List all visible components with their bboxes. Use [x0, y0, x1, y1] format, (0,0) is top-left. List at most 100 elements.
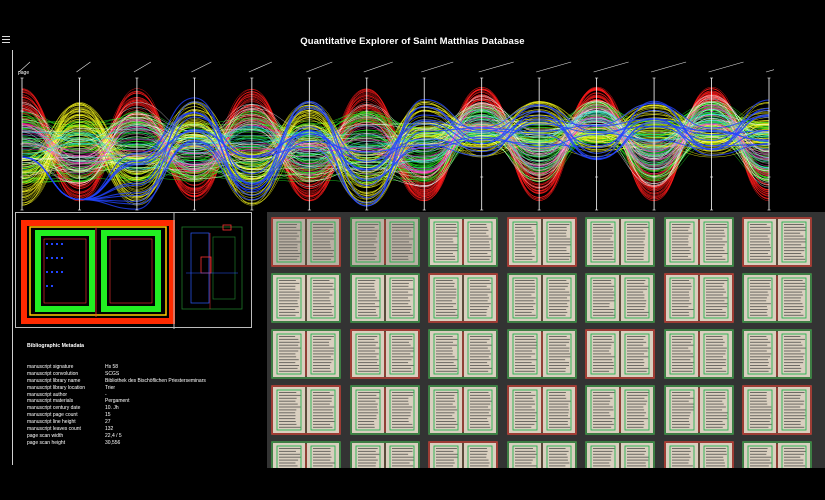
page-thumbnail[interactable] [271, 385, 341, 435]
page-thumbnail[interactable] [663, 217, 734, 267]
text-line [627, 356, 649, 358]
text-line [593, 367, 614, 369]
text-line [436, 306, 454, 308]
text-line [313, 341, 330, 343]
text-line [313, 282, 334, 284]
page-thumbnail[interactable] [742, 385, 812, 435]
text-line [470, 338, 490, 340]
page-thumbnail[interactable] [506, 273, 577, 323]
text-line [627, 359, 644, 361]
text-line [436, 356, 455, 358]
page-layout-panel[interactable] [15, 212, 252, 329]
page-thumbnail[interactable] [271, 441, 341, 468]
text-line [357, 400, 376, 402]
text-line [436, 229, 456, 231]
page-thumbnail[interactable] [663, 273, 734, 323]
page-spread [506, 329, 577, 379]
text-line [627, 224, 648, 225]
text-line [391, 415, 411, 417]
detail-highlight [222, 224, 232, 231]
text-line [705, 238, 722, 240]
text-line [279, 356, 297, 358]
text-line [313, 365, 330, 366]
axis-label: page [18, 70, 29, 76]
page-thumbnail[interactable] [506, 217, 577, 267]
page-thumbnail[interactable] [428, 273, 498, 323]
text-line [627, 291, 644, 293]
page-thumbnail[interactable] [506, 329, 577, 379]
text-line [671, 235, 689, 237]
text-line [313, 456, 332, 458]
text-line [470, 365, 490, 366]
page-thumbnail[interactable] [506, 385, 577, 435]
text-line [279, 336, 296, 337]
text-line [514, 347, 536, 349]
page-thumbnail[interactable] [349, 329, 420, 379]
page-thumbnail[interactable] [271, 217, 341, 267]
text-line [313, 229, 330, 231]
page-thumbnail[interactable] [506, 441, 577, 468]
page-thumbnail[interactable] [663, 329, 734, 379]
text-line [514, 415, 535, 417]
text-line [357, 365, 379, 366]
page-thumbnail[interactable] [428, 385, 498, 435]
page-thumbnail-gallery[interactable] [267, 212, 825, 468]
text-line [627, 415, 645, 417]
text-line [784, 412, 805, 414]
text-line [548, 397, 566, 399]
page-thumbnail[interactable] [349, 441, 420, 468]
text-line [593, 224, 611, 225]
page-thumbnail[interactable] [663, 441, 734, 468]
text-line [784, 338, 805, 340]
text-line [391, 450, 412, 452]
text-line [593, 362, 614, 364]
text-line [357, 341, 378, 343]
text-line [470, 403, 491, 405]
page-spread [349, 217, 420, 267]
page-thumbnail[interactable] [585, 385, 655, 435]
text-line [357, 224, 378, 225]
text-line [470, 282, 492, 284]
text-line [593, 247, 614, 249]
text-line [627, 392, 649, 393]
text-line [436, 344, 458, 346]
page-thumbnail[interactable] [742, 273, 812, 323]
page-thumbnail[interactable] [271, 273, 341, 323]
text-line [750, 418, 772, 420]
text-line [671, 314, 689, 316]
text-line [279, 353, 296, 355]
text-line [436, 280, 453, 281]
page-thumbnail[interactable] [742, 441, 812, 468]
page-thumbnail[interactable] [742, 217, 812, 267]
page-thumbnail[interactable] [428, 441, 498, 468]
text-line [470, 300, 488, 302]
text-line [671, 344, 693, 346]
text-line [436, 282, 455, 284]
text-line [514, 421, 537, 422]
text-line [514, 253, 532, 254]
page-thumbnail[interactable] [428, 329, 498, 379]
right-page [542, 443, 575, 468]
page-thumbnail[interactable] [271, 329, 341, 379]
text-line [279, 238, 297, 240]
page-thumbnail[interactable] [585, 441, 655, 468]
text-line [391, 294, 413, 296]
text-line [627, 300, 647, 302]
parallel-coordinates-plot[interactable]: page [14, 58, 774, 214]
page-thumbnail[interactable] [349, 217, 420, 267]
text-line [593, 229, 612, 231]
page-thumbnail[interactable] [663, 385, 734, 435]
page-thumbnail[interactable] [585, 329, 655, 379]
page-thumbnail[interactable] [349, 273, 420, 323]
text-line [593, 226, 613, 228]
text-line [470, 423, 490, 425]
text-line [593, 344, 612, 346]
text-line [671, 336, 692, 337]
page-spread [271, 217, 341, 267]
page-thumbnail[interactable] [349, 385, 420, 435]
page-thumbnail[interactable] [428, 217, 498, 267]
page-thumbnail[interactable] [585, 217, 655, 267]
page-thumbnail[interactable] [742, 329, 812, 379]
text-line [313, 459, 331, 461]
page-thumbnail[interactable] [585, 273, 655, 323]
